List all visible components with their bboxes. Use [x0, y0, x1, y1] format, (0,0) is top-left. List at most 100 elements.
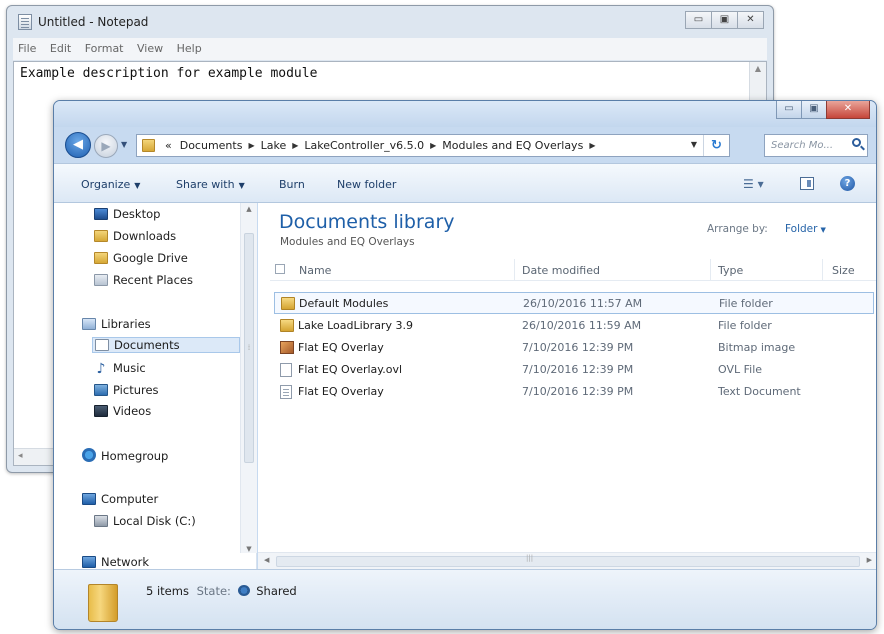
file-list-horizontal-scrollbar[interactable]: ◀ ||| ▶	[258, 552, 876, 569]
column-header-date[interactable]: Date modified	[522, 264, 600, 277]
nav-item-libraries[interactable]: Libraries	[82, 317, 151, 331]
details-pane: 5 items State: Shared	[54, 569, 876, 629]
table-row[interactable]: Lake LoadLibrary 3.9 26/10/2016 11:59 AM…	[274, 315, 874, 337]
help-icon[interactable]: ?	[840, 176, 855, 191]
folder-icon	[280, 319, 294, 332]
folder-icon	[281, 297, 295, 310]
column-divider[interactable]	[710, 259, 711, 281]
breadcrumb-separator-icon[interactable]: ▶	[428, 141, 438, 150]
nav-item-network[interactable]: Network	[82, 555, 149, 569]
select-all-checkbox[interactable]	[275, 264, 285, 274]
scrollbar-thumb[interactable]	[276, 556, 860, 567]
column-header-type[interactable]: Type	[718, 264, 743, 277]
breadcrumb-separator-icon[interactable]: ▶	[290, 141, 300, 150]
splitter-grip-icon: ⁞	[247, 343, 251, 352]
libraries-icon	[82, 318, 96, 330]
search-placeholder: Search Mo...	[771, 140, 834, 151]
search-input[interactable]: Search Mo...	[764, 134, 868, 157]
arrange-by-dropdown[interactable]: Folder ▼	[785, 223, 826, 235]
nav-item-pictures[interactable]: Pictures	[94, 383, 159, 397]
explorer-minimize-button[interactable]: ▭	[776, 101, 802, 119]
column-header-name[interactable]: Name	[299, 264, 331, 277]
column-header-row: Name Date modified Type Size	[270, 259, 876, 281]
nav-item-label: Music	[113, 361, 146, 375]
navigation-scrollbar[interactable]: ▲ ⁞ ▼	[240, 203, 257, 553]
table-row[interactable]: Flat EQ Overlay.ovl 7/10/2016 12:39 PM O…	[274, 359, 874, 381]
breadcrumb: « Documents ▶ Lake ▶ LakeController_v6.5…	[161, 139, 597, 152]
menu-view[interactable]: View	[132, 38, 168, 55]
recent-places-icon	[94, 274, 108, 286]
search-icon[interactable]	[852, 138, 861, 147]
details-summary: 5 items State: Shared	[146, 584, 297, 598]
nav-item-local-disk[interactable]: Local Disk (C:)	[94, 514, 196, 528]
table-row[interactable]: Flat EQ Overlay 7/10/2016 12:39 PM Text …	[274, 381, 874, 403]
column-divider[interactable]	[514, 259, 515, 281]
preview-pane-icon[interactable]	[800, 177, 814, 190]
scroll-down-arrow-icon[interactable]: ▼	[241, 545, 257, 553]
breadcrumb-modules[interactable]: Modules and EQ Overlays	[438, 139, 587, 152]
nav-item-downloads[interactable]: Downloads	[94, 229, 176, 243]
library-subtitle: Modules and EQ Overlays	[280, 236, 415, 248]
change-view-icon[interactable]: ☰ ▾	[743, 177, 764, 191]
nav-item-label: Videos	[113, 404, 152, 418]
nav-item-label: Network	[101, 555, 150, 569]
navigation-pane: Desktop Downloads Google Drive Recent Pl…	[54, 203, 257, 569]
table-row[interactable]: Default Modules 26/10/2016 11:57 AM File…	[274, 292, 874, 314]
scrollbar-grip-icon: |||	[526, 554, 534, 562]
computer-icon	[82, 493, 96, 505]
nav-item-documents[interactable]: Documents	[92, 337, 240, 353]
nav-item-music[interactable]: ♪ Music	[94, 361, 146, 377]
nav-item-computer[interactable]: Computer	[82, 492, 158, 506]
address-bar[interactable]: « Documents ▶ Lake ▶ LakeController_v6.5…	[136, 134, 730, 157]
scroll-left-arrow-icon[interactable]: ◀	[264, 556, 269, 564]
explorer-window-controls: ▭ ▣ ✕	[776, 101, 870, 119]
breadcrumb-overflow[interactable]: «	[161, 139, 176, 152]
notepad-maximize-button[interactable]: ▣	[711, 11, 738, 29]
share-with-label: Share with	[176, 178, 235, 191]
explorer-titlebar[interactable]: ▭ ▣ ✕	[54, 101, 876, 127]
breadcrumb-lake[interactable]: Lake	[257, 139, 291, 152]
breadcrumb-documents[interactable]: Documents	[176, 139, 247, 152]
notepad-menubar: File Edit Format View Help	[13, 38, 767, 60]
nav-item-homegroup[interactable]: Homegroup	[82, 448, 168, 463]
breadcrumb-separator-icon[interactable]: ▶	[587, 141, 597, 150]
organize-button[interactable]: Organize ▼	[81, 178, 140, 191]
menu-edit[interactable]: Edit	[45, 38, 76, 55]
nav-item-google-drive[interactable]: Google Drive	[94, 251, 188, 265]
menu-format[interactable]: Format	[80, 38, 129, 55]
nav-item-recent-places[interactable]: Recent Places	[94, 273, 193, 287]
scroll-up-arrow-icon[interactable]: ▲	[750, 64, 766, 73]
forward-button[interactable]: ▶	[94, 134, 118, 158]
notepad-minimize-button[interactable]: ▭	[685, 11, 712, 29]
nav-item-label: Homegroup	[101, 449, 169, 463]
explorer-close-button[interactable]: ✕	[826, 101, 870, 119]
explorer-maximize-button[interactable]: ▣	[801, 101, 827, 119]
library-title: Documents library	[279, 211, 455, 233]
address-history-dropdown-icon[interactable]: ▼	[691, 140, 697, 149]
recent-pages-dropdown-icon[interactable]: ▼	[121, 140, 127, 149]
scroll-right-arrow-icon[interactable]: ▶	[867, 556, 872, 564]
file-date: 26/10/2016 11:57 AM	[523, 297, 643, 310]
notepad-window-controls: ▭ ▣ ✕	[685, 11, 764, 29]
new-folder-button[interactable]: New folder	[337, 178, 396, 191]
nav-item-videos[interactable]: Videos	[94, 404, 151, 418]
column-divider[interactable]	[822, 259, 823, 281]
table-row[interactable]: Flat EQ Overlay 7/10/2016 12:39 PM Bitma…	[274, 337, 874, 359]
back-button[interactable]: ◀	[65, 132, 91, 158]
file-type: Text Document	[718, 385, 801, 398]
menu-help[interactable]: Help	[172, 38, 207, 55]
file-name: Default Modules	[299, 297, 389, 310]
refresh-icon[interactable]: ↻	[703, 135, 729, 156]
breadcrumb-separator-icon[interactable]: ▶	[246, 141, 256, 150]
burn-button[interactable]: Burn	[279, 178, 305, 191]
command-toolbar: Organize ▼ Share with ▼ Burn New folder ☰ …	[54, 163, 876, 203]
nav-item-desktop[interactable]: Desktop	[94, 207, 160, 221]
share-with-button[interactable]: Share with ▼	[176, 178, 245, 191]
notepad-titlebar[interactable]: Untitled - Notepad ▭ ▣ ✕	[7, 6, 773, 36]
breadcrumb-lakecontroller[interactable]: LakeController_v6.5.0	[300, 139, 428, 152]
column-header-size[interactable]: Size	[832, 264, 855, 277]
scroll-up-arrow-icon[interactable]: ▲	[241, 205, 257, 213]
menu-file[interactable]: File	[13, 38, 41, 55]
scroll-left-arrow-icon[interactable]: ◂	[18, 451, 23, 461]
notepad-close-button[interactable]: ✕	[737, 11, 764, 29]
